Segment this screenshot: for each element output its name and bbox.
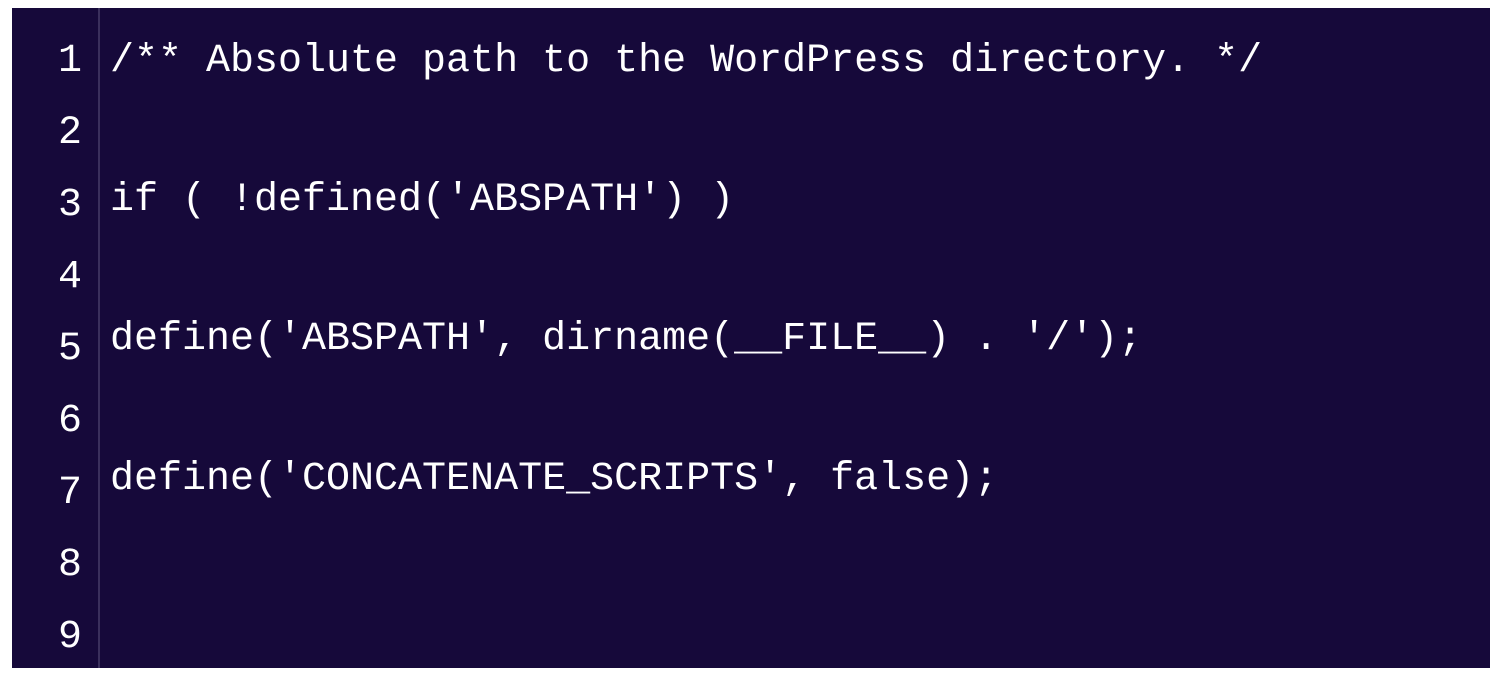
line-number: 2: [58, 98, 90, 170]
code-line[interactable]: [110, 376, 1490, 443]
line-number: 7: [58, 458, 90, 530]
code-line[interactable]: /** Absolute path to the WordPress direc…: [110, 26, 1490, 98]
line-number: 8: [58, 530, 90, 602]
code-line[interactable]: [110, 516, 1490, 583]
code-editor[interactable]: 1 2 3 4 5 6 7 8 9 /** Absolute path to t…: [12, 8, 1490, 668]
code-line[interactable]: define('ABSPATH', dirname(__FILE__) . '/…: [110, 304, 1490, 376]
code-line[interactable]: [110, 583, 1490, 650]
code-line[interactable]: [110, 98, 1490, 165]
line-number: 1: [58, 26, 90, 98]
line-number: 6: [58, 386, 90, 458]
line-number: 4: [58, 242, 90, 314]
line-number-gutter: 1 2 3 4 5 6 7 8 9: [12, 8, 100, 668]
line-number: 3: [58, 170, 90, 242]
line-number: 5: [58, 314, 90, 386]
code-line[interactable]: define('CONCATENATE_SCRIPTS', false);: [110, 444, 1490, 516]
code-line[interactable]: if ( !defined('ABSPATH') ): [110, 165, 1490, 237]
code-line[interactable]: [110, 237, 1490, 304]
code-area[interactable]: /** Absolute path to the WordPress direc…: [100, 8, 1490, 668]
line-number: 9: [58, 602, 90, 674]
